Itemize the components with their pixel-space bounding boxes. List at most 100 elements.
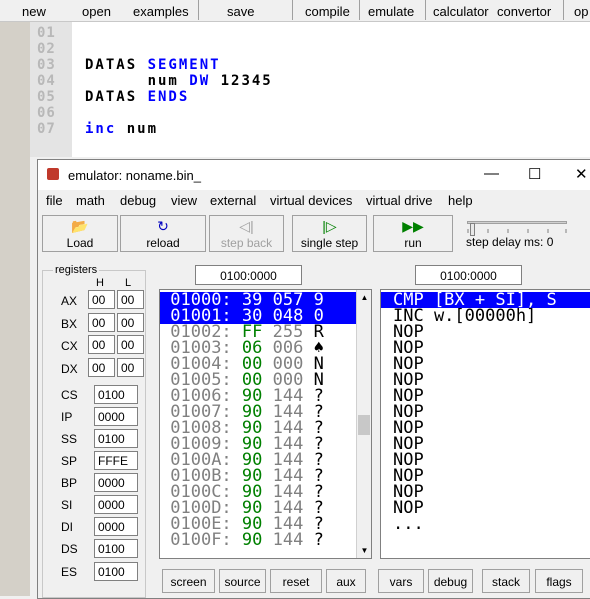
code-editor[interactable]: 01 02 03 04 05 06 07 DATAS SEGMENT num D… bbox=[30, 22, 590, 157]
emulator-title: emulator: noname.bin_ bbox=[68, 168, 201, 183]
reload-button[interactable]: ↻ reload bbox=[120, 215, 206, 252]
compile-button[interactable]: compile bbox=[305, 4, 350, 19]
register-ax-high[interactable]: 00 bbox=[88, 290, 115, 309]
memory-address: 0100F: bbox=[170, 530, 232, 550]
register-es[interactable]: 0100 bbox=[94, 562, 138, 581]
register-sp[interactable]: FFFE bbox=[94, 451, 138, 470]
examples-button[interactable]: examples bbox=[133, 4, 189, 19]
register-bp[interactable]: 0000 bbox=[94, 473, 138, 492]
disassembly-row[interactable]: ... bbox=[381, 516, 590, 533]
screen-button[interactable]: screen bbox=[162, 569, 215, 593]
register-name: DS bbox=[61, 542, 78, 556]
memory-address-field[interactable]: 0100:0000 bbox=[195, 265, 302, 285]
code-line[interactable]: inc num bbox=[85, 121, 158, 137]
step-back-icon: ◁| bbox=[239, 218, 254, 234]
memory-row[interactable]: 0100F: 90 144 ? bbox=[160, 530, 357, 550]
aux-button[interactable]: aux bbox=[326, 569, 366, 593]
register-low-header: L bbox=[125, 277, 132, 289]
folder-open-icon: 📂 bbox=[71, 218, 89, 234]
register-dx-low[interactable]: 00 bbox=[117, 358, 144, 377]
register-name: ES bbox=[61, 565, 78, 579]
line-number: 05 bbox=[37, 89, 56, 105]
source-button[interactable]: source bbox=[219, 569, 266, 593]
run-button-label: run bbox=[404, 236, 422, 250]
memory-scrollbar[interactable]: ▲ ▼ bbox=[356, 290, 371, 558]
scroll-up-icon[interactable]: ▲ bbox=[357, 290, 371, 305]
register-name: CX bbox=[61, 339, 78, 353]
register-dx-high[interactable]: 00 bbox=[88, 358, 115, 377]
code-text: DATAS bbox=[85, 57, 148, 73]
register-high-header: H bbox=[96, 277, 104, 289]
flags-button[interactable]: flags bbox=[535, 569, 583, 593]
editor-toolbar: new open examples save compile emulate c… bbox=[0, 0, 590, 22]
code-keyword: inc bbox=[85, 121, 117, 137]
reset-button[interactable]: reset bbox=[270, 569, 322, 593]
load-button[interactable]: 📂 Load bbox=[42, 215, 118, 252]
calculator-button[interactable]: calculator bbox=[433, 4, 489, 19]
code-line[interactable]: num DW 12345 bbox=[85, 73, 273, 89]
register-cx-high[interactable]: 00 bbox=[88, 335, 115, 354]
code-text: num bbox=[116, 121, 159, 137]
register-name: SP bbox=[61, 454, 78, 468]
vars-button[interactable]: vars bbox=[378, 569, 424, 593]
code-keyword: ENDS bbox=[147, 89, 190, 105]
emulate-button[interactable]: emulate bbox=[368, 4, 414, 19]
single-step-icon: |▷ bbox=[322, 218, 337, 234]
reload-icon: ↻ bbox=[157, 218, 169, 234]
register-bx-high[interactable]: 00 bbox=[88, 313, 115, 332]
emulator-titlebar[interactable]: emulator: noname.bin_ — ☐ ✕ bbox=[38, 160, 590, 190]
open-button[interactable]: open bbox=[82, 4, 111, 19]
menu-debug[interactable]: debug bbox=[120, 193, 156, 208]
register-cs[interactable]: 0100 bbox=[94, 385, 138, 404]
disassembly-address-field[interactable]: 0100:0000 bbox=[415, 265, 522, 285]
menu-virtual-devices[interactable]: virtual devices bbox=[270, 193, 352, 208]
save-button[interactable]: save bbox=[227, 4, 254, 19]
code-line[interactable]: DATAS ENDS bbox=[85, 89, 189, 105]
line-number: 07 bbox=[37, 121, 56, 137]
convertor-button[interactable]: convertor bbox=[497, 4, 551, 19]
register-name: AX bbox=[61, 294, 78, 308]
step-back-button[interactable]: ◁| step back bbox=[209, 215, 284, 252]
line-number-gutter: 01 02 03 04 05 06 07 bbox=[30, 22, 72, 157]
emulator-menubar: file math debug view external virtual de… bbox=[38, 190, 590, 210]
code-text: num bbox=[85, 73, 190, 89]
menu-help[interactable]: help bbox=[448, 193, 473, 208]
register-cx-low[interactable]: 00 bbox=[117, 335, 144, 354]
single-step-button[interactable]: |▷ single step bbox=[292, 215, 367, 252]
register-name: IP bbox=[61, 410, 73, 424]
toolbar-separator bbox=[359, 0, 360, 20]
code-text: DATAS bbox=[85, 89, 148, 105]
register-name: SI bbox=[61, 498, 73, 512]
register-ax-low[interactable]: 00 bbox=[117, 290, 144, 309]
register-ss[interactable]: 0100 bbox=[94, 429, 138, 448]
close-icon[interactable]: ✕ bbox=[575, 165, 588, 183]
register-di[interactable]: 0000 bbox=[94, 517, 138, 536]
code-line[interactable]: DATAS SEGMENT bbox=[85, 57, 221, 73]
register-si[interactable]: 0000 bbox=[94, 495, 138, 514]
line-number: 03 bbox=[37, 57, 56, 73]
run-button[interactable]: ▶▶ run bbox=[373, 215, 453, 252]
menu-external[interactable]: external bbox=[210, 193, 256, 208]
menu-virtual-drive[interactable]: virtual drive bbox=[366, 193, 432, 208]
stack-button[interactable]: stack bbox=[482, 569, 530, 593]
register-bx-low[interactable]: 00 bbox=[117, 313, 144, 332]
minimize-icon[interactable]: — bbox=[484, 165, 499, 182]
register-ip[interactable]: 0000 bbox=[94, 407, 138, 426]
disassembly-list[interactable]: CMP [BX + SI], S INC w.[00000h] NOP NOP NOP N… bbox=[380, 289, 590, 559]
memory-list[interactable]: 01000: 39 057 9 01001: 30 048 0 01002: F… bbox=[159, 289, 372, 559]
memory-scrollbar-thumb[interactable] bbox=[358, 415, 370, 435]
debug-button[interactable]: debug bbox=[428, 569, 473, 593]
scroll-down-icon[interactable]: ▼ bbox=[357, 543, 371, 558]
options-button[interactable]: op bbox=[574, 4, 588, 19]
menu-math[interactable]: math bbox=[76, 193, 105, 208]
step-delay-slider[interactable] bbox=[467, 221, 567, 236]
menu-file[interactable]: file bbox=[46, 193, 63, 208]
line-number: 06 bbox=[37, 105, 56, 121]
new-button[interactable]: new bbox=[22, 4, 46, 19]
menu-view[interactable]: view bbox=[171, 193, 197, 208]
register-name: DI bbox=[61, 520, 73, 534]
toolbar-separator bbox=[425, 0, 426, 20]
maximize-icon[interactable]: ☐ bbox=[528, 165, 541, 183]
register-ds[interactable]: 0100 bbox=[94, 539, 138, 558]
left-panel bbox=[0, 22, 30, 596]
